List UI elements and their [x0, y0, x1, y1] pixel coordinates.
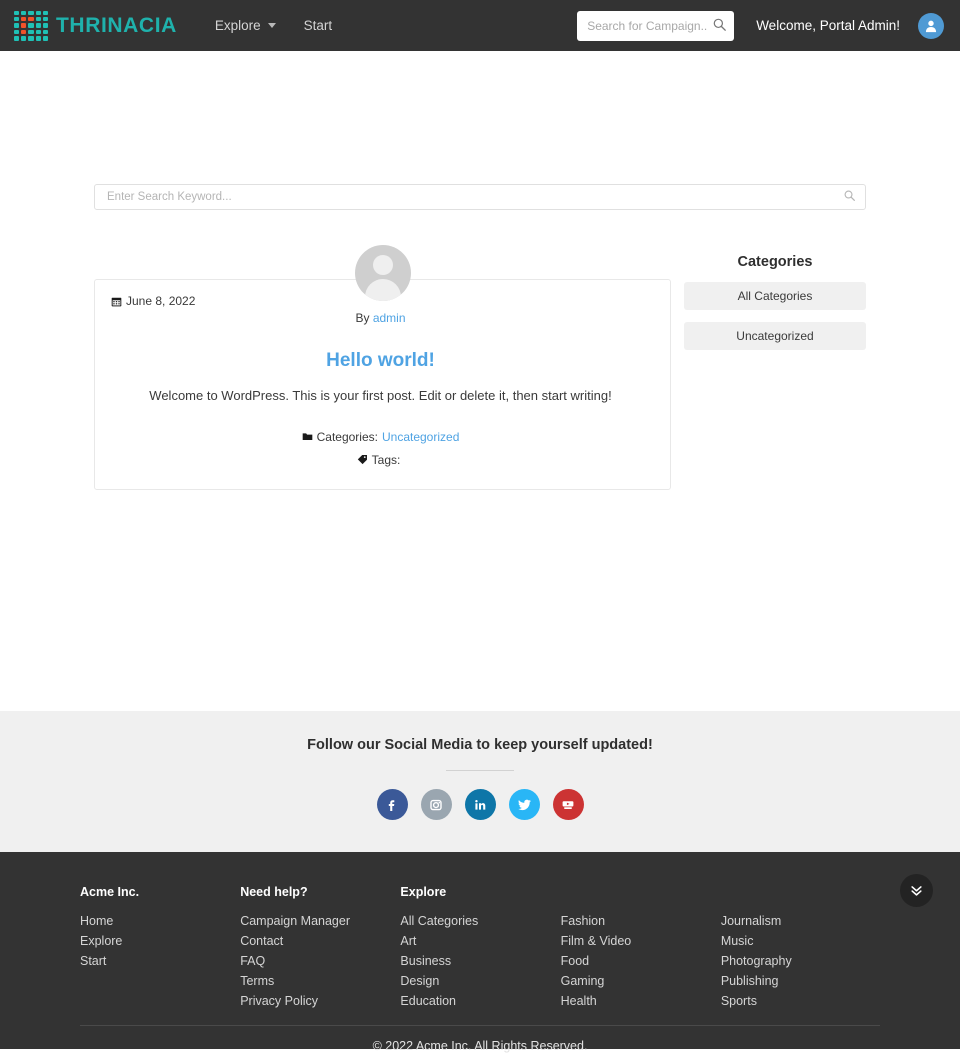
- post-card[interactable]: June 8, 2022 By admin Hello world! Welco…: [94, 245, 671, 490]
- footer-link-faq[interactable]: FAQ: [240, 954, 400, 968]
- instagram-icon[interactable]: [420, 789, 452, 820]
- footer-divider: [80, 1025, 880, 1026]
- double-chevron-down-icon: [911, 886, 922, 896]
- footer-link-music[interactable]: Music: [721, 934, 880, 948]
- footer-column-explore: Explore All Categories Art Business Desi…: [400, 885, 560, 1014]
- post-title: Hello world!: [326, 350, 435, 371]
- youtube-icon[interactable]: [552, 789, 584, 820]
- linkedin-icon[interactable]: [464, 789, 496, 820]
- keyword-search-box[interactable]: [94, 184, 866, 210]
- post-byline: By admin: [111, 311, 650, 325]
- post-author-link[interactable]: admin: [373, 311, 406, 325]
- nav-item-start[interactable]: Start: [292, 10, 345, 41]
- footer-column-help: Need help? Campaign Manager Contact FAQ …: [240, 885, 400, 1014]
- tag-icon: [357, 455, 367, 465]
- keyword-search-input[interactable]: [105, 190, 844, 204]
- post-categories: Categories: Uncategorized: [111, 430, 650, 444]
- footer-link-art[interactable]: Art: [400, 934, 560, 948]
- footer-link-business[interactable]: Business: [400, 954, 560, 968]
- footer-link-health[interactable]: Health: [561, 994, 721, 1008]
- chevron-down-icon: [267, 23, 276, 28]
- footer-link-home[interactable]: Home: [80, 914, 240, 928]
- footer-link-photography[interactable]: Photography: [721, 954, 880, 968]
- footer-heading-company: Acme Inc.: [80, 885, 140, 899]
- scroll-down-button[interactable]: [900, 874, 933, 907]
- post-excerpt: Welcome to WordPress. This is your first…: [149, 387, 612, 403]
- post-by-prefix: By: [355, 311, 370, 325]
- footer-link-education[interactable]: Education: [400, 994, 560, 1008]
- footer-link-sports[interactable]: Sports: [721, 994, 880, 1008]
- post-tags-label: Tags:: [371, 452, 401, 467]
- header-search[interactable]: [577, 10, 735, 41]
- footer-link-design[interactable]: Design: [400, 974, 560, 988]
- footer-link-campaign-manager[interactable]: Campaign Manager: [240, 914, 400, 928]
- footer-link-journalism[interactable]: Journalism: [721, 914, 880, 928]
- calendar-icon: [111, 297, 122, 306]
- footer-column-explore-2: Fashion Film & Video Food Gaming Health: [561, 885, 721, 1014]
- footer-heading-explore: Explore: [400, 885, 447, 899]
- content-columns: June 8, 2022 By admin Hello world! Welco…: [94, 244, 866, 490]
- social-title: Follow our Social Media to keep yourself…: [307, 737, 653, 753]
- post-category-link[interactable]: Uncategorized: [382, 430, 459, 444]
- footer-link-food[interactable]: Food: [561, 954, 721, 968]
- footer-column-company: Acme Inc. Home Explore Start: [80, 885, 240, 1014]
- folder-icon: [302, 433, 312, 441]
- post-date-text: June 8, 2022: [126, 294, 196, 308]
- nav-item-start-label: Start: [303, 18, 333, 33]
- sidebar-item-all-categories[interactable]: All Categories: [684, 282, 866, 310]
- user-avatar-button[interactable]: [918, 12, 944, 39]
- top-navbar: THRINACIA Explore Start Welcome, Portal …: [0, 0, 960, 51]
- post-list: June 8, 2022 By admin Hello world! Welco…: [94, 244, 671, 490]
- social-icon-list: [0, 789, 960, 820]
- welcome-message: Welcome, Portal Admin!: [756, 18, 900, 33]
- footer-column-explore-3: Journalism Music Photography Publishing …: [721, 885, 880, 1014]
- footer-heading-help: Need help?: [240, 885, 308, 899]
- post-title-link[interactable]: Hello world!: [111, 350, 650, 372]
- nav-item-explore[interactable]: Explore: [203, 10, 288, 41]
- footer-link-terms[interactable]: Terms: [240, 974, 400, 988]
- brand-name: THRINACIA: [56, 14, 177, 37]
- footer-link-gaming[interactable]: Gaming: [561, 974, 721, 988]
- user-icon: [925, 20, 937, 32]
- avatar-placeholder-icon: [354, 245, 411, 301]
- footer-link-contact[interactable]: Contact: [240, 934, 400, 948]
- footer-link-start[interactable]: Start: [80, 954, 240, 968]
- footer-link-explore[interactable]: Explore: [80, 934, 240, 948]
- nav-right-group: Welcome, Portal Admin!: [577, 10, 944, 41]
- footer-link-publishing[interactable]: Publishing: [721, 974, 880, 988]
- content-container: June 8, 2022 By admin Hello world! Welco…: [94, 184, 866, 490]
- facebook-icon[interactable]: [376, 789, 408, 820]
- search-icon[interactable]: [844, 188, 855, 206]
- post-categories-label: Categories:: [316, 429, 378, 444]
- post-tags: Tags:: [111, 453, 650, 467]
- footer-link-privacy-policy[interactable]: Privacy Policy: [240, 994, 400, 1008]
- footer-link-fashion[interactable]: Fashion: [561, 914, 721, 928]
- footer-link-film-and-video[interactable]: Film & Video: [561, 934, 721, 948]
- nav-item-explore-label: Explore: [214, 18, 261, 33]
- categories-sidebar: Categories All Categories Uncategorized: [684, 244, 866, 350]
- categories-title: Categories: [737, 254, 813, 270]
- brand-logo-link[interactable]: THRINACIA: [14, 10, 177, 41]
- main-content: June 8, 2022 By admin Hello world! Welco…: [0, 184, 960, 711]
- header-search-input[interactable]: [577, 10, 735, 41]
- site-footer: Acme Inc. Home Explore Start Need help? …: [0, 852, 960, 1053]
- twitter-icon[interactable]: [508, 789, 540, 820]
- social-media-section: Follow our Social Media to keep yourself…: [0, 711, 960, 852]
- footer-link-all-categories[interactable]: All Categories: [400, 914, 560, 928]
- copyright-text: © 2022 Acme Inc. All Rights Reserved.: [372, 1039, 588, 1053]
- footer-columns: Acme Inc. Home Explore Start Need help? …: [80, 885, 880, 1014]
- search-icon[interactable]: [713, 18, 727, 36]
- social-divider: [446, 770, 514, 771]
- sidebar-item-uncategorized[interactable]: Uncategorized: [684, 322, 866, 350]
- thrinacia-logo-icon: [14, 10, 48, 41]
- primary-nav: Explore Start: [203, 10, 344, 41]
